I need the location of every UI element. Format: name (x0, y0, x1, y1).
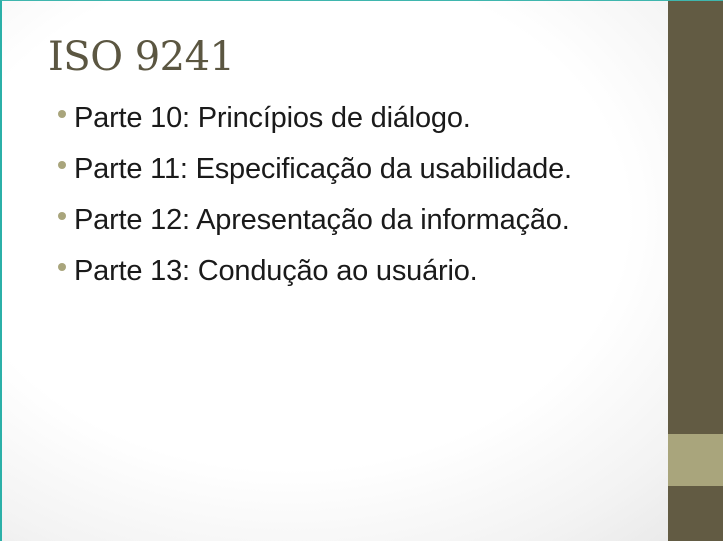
list-item: Parte 11: Especificação da usabilidade. (58, 153, 572, 204)
bullet-text: Parte 12: Apresentação da informação. (74, 204, 570, 236)
decorative-side-accent (668, 434, 723, 486)
list-item: Parte 13: Condução ao usuário. (58, 255, 572, 306)
bullet-text: Parte 13: Condução ao usuário. (74, 255, 478, 287)
bullet-icon (58, 161, 66, 169)
bullet-list: Parte 10: Princípios de diálogo. Parte 1… (58, 102, 572, 306)
bullet-icon (58, 263, 66, 271)
bullet-text: Parte 10: Princípios de diálogo. (74, 102, 471, 134)
list-item: Parte 10: Princípios de diálogo. (58, 102, 572, 153)
bullet-text: Parte 11: Especificação da usabilidade. (74, 153, 572, 185)
bullet-icon (58, 110, 66, 118)
slide-title: ISO 9241 (48, 34, 235, 80)
bullet-icon (58, 212, 66, 220)
slide: ISO 9241 Parte 10: Princípios de diálogo… (0, 0, 723, 541)
list-item: Parte 12: Apresentação da informação. (58, 204, 572, 255)
